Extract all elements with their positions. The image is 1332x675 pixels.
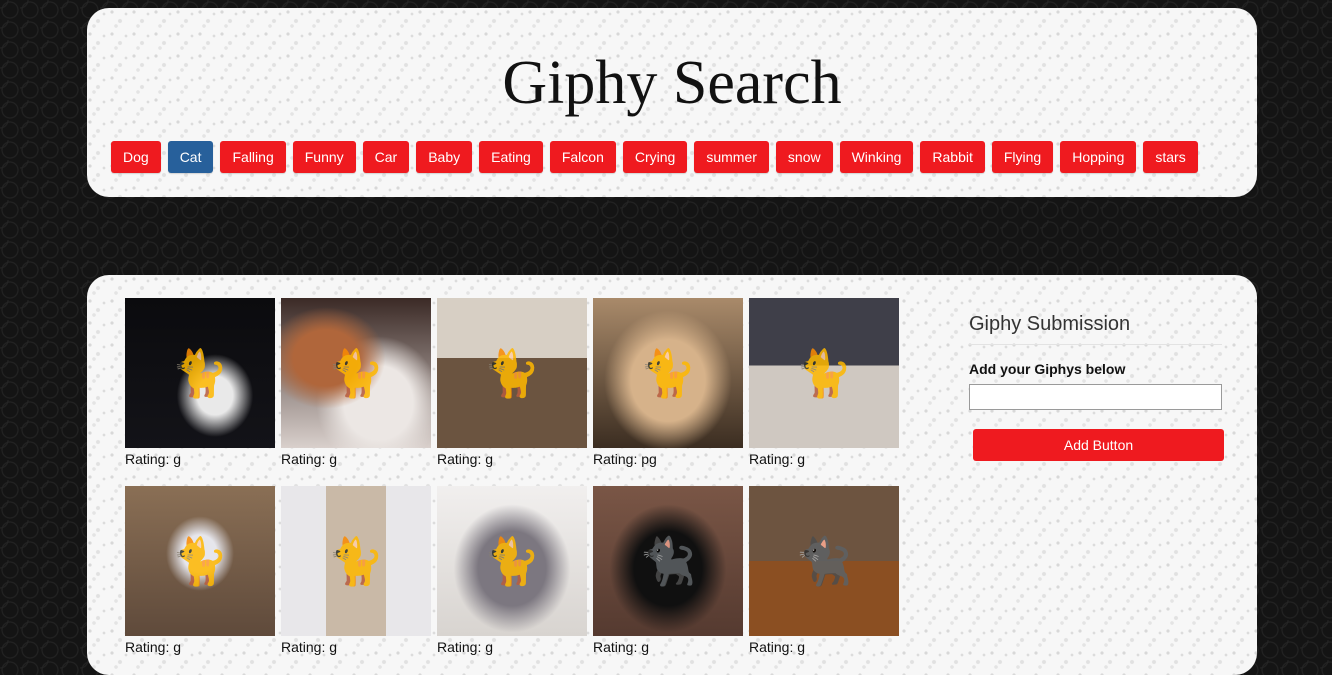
gif-item: 🐈 Rating: g [281,298,431,468]
gif-image[interactable]: 🐈 [125,486,275,636]
topic-button-winking[interactable]: Winking [839,141,914,173]
gif-image[interactable]: 🐈 [593,298,743,448]
topic-button-rabbit[interactable]: Rabbit [920,141,985,173]
topic-button-car[interactable]: Car [362,141,410,173]
gif-item: 🐈 Rating: g [125,486,275,656]
topic-button-hopping[interactable]: Hopping [1060,141,1137,173]
header-panel: Giphy Search Dog Cat Falling Funny Car B… [87,8,1257,197]
gif-item: 🐈 Rating: g [437,486,587,656]
results-panel: 🐈 Rating: g 🐈 Rating: g 🐈 Rating: g 🐈 Ra… [87,275,1257,675]
gif-image[interactable]: 🐈‍⬛ [593,486,743,636]
topic-button-crying[interactable]: Crying [622,141,688,173]
gif-image[interactable]: 🐈 [437,298,587,448]
gif-item: 🐈‍⬛ Rating: g [593,486,743,656]
page-title: Giphy Search [502,49,842,117]
gif-item: 🐈 Rating: g [281,486,431,656]
topic-button-bar: Dog Cat Falling Funny Car Baby Eating Fa… [111,141,1198,173]
cat-icon: 🐈‍⬛ [795,535,853,587]
cat-icon: 🐈 [795,347,853,399]
gif-rating: Rating: g [437,639,494,655]
cat-icon: 🐈‍⬛ [639,535,697,587]
gif-image[interactable]: 🐈 [749,298,899,448]
gif-rating: Rating: g [437,451,494,467]
gif-rating: Rating: g [593,639,650,655]
add-button[interactable]: Add Button [973,429,1224,461]
submission-title: Giphy Submission [969,313,1222,345]
cat-icon: 🐈 [483,535,541,587]
gif-rating: Rating: g [749,639,806,655]
gif-image[interactable]: 🐈 [281,486,431,636]
cat-icon: 🐈 [639,347,697,399]
gif-rating: Rating: g [125,451,182,467]
gif-item: 🐈 Rating: pg [593,298,743,468]
gif-item: 🐈 Rating: g [437,298,587,468]
submission-form: Giphy Submission Add your Giphys below A… [969,313,1224,461]
topic-button-baby[interactable]: Baby [416,141,473,173]
topic-button-stars[interactable]: stars [1143,141,1198,173]
gif-grid: 🐈 Rating: g 🐈 Rating: g 🐈 Rating: g 🐈 Ra… [125,298,915,656]
topic-button-summer[interactable]: summer [694,141,769,173]
cat-icon: 🐈 [171,347,229,399]
topic-button-dog[interactable]: Dog [111,141,161,173]
gif-rating: Rating: pg [593,451,657,467]
cat-icon: 🐈 [483,347,541,399]
gif-rating: Rating: g [281,451,338,467]
cat-icon: 🐈 [327,347,385,399]
topic-button-cat[interactable]: Cat [167,141,214,173]
topic-button-flying[interactable]: Flying [991,141,1054,173]
topic-button-funny[interactable]: Funny [292,141,356,173]
gif-rating: Rating: g [281,639,338,655]
gif-image[interactable]: 🐈‍⬛ [749,486,899,636]
gif-item: 🐈‍⬛ Rating: g [749,486,899,656]
gif-item: 🐈 Rating: g [125,298,275,468]
cat-icon: 🐈 [327,535,385,587]
gif-rating: Rating: g [125,639,182,655]
gif-rating: Rating: g [749,451,806,467]
submission-label: Add your Giphys below [969,361,1126,377]
cat-icon: 🐈 [171,535,229,587]
gif-image[interactable]: 🐈 [437,486,587,636]
topic-button-falling[interactable]: Falling [220,141,286,173]
gif-image[interactable]: 🐈 [125,298,275,448]
gif-image[interactable]: 🐈 [281,298,431,448]
topic-button-eating[interactable]: Eating [479,141,543,173]
topic-button-snow[interactable]: snow [775,141,833,173]
gif-item: 🐈 Rating: g [749,298,899,468]
topic-button-falcon[interactable]: Falcon [549,141,616,173]
giphy-topic-input[interactable] [969,384,1222,410]
